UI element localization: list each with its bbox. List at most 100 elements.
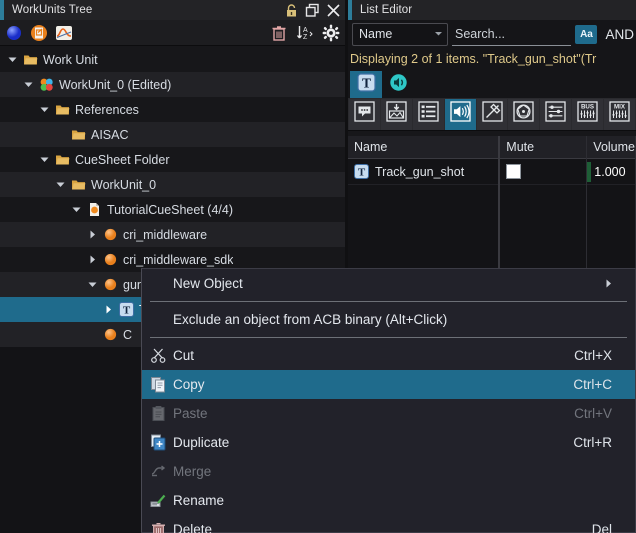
track-icon: T: [119, 302, 134, 317]
chevron-down-icon[interactable]: [6, 53, 19, 66]
tree-item-workunit-0[interactable]: WorkUnit_0: [0, 172, 345, 197]
chevron-right-icon[interactable]: [86, 253, 99, 266]
import-button[interactable]: [380, 98, 412, 130]
tree-toolbar-left: [5, 24, 73, 42]
tree-item-label: WorkUnit_0: [91, 177, 157, 192]
table-row[interactable]: T Track_gun_shot: [348, 159, 499, 185]
tree-item-cri-middleware[interactable]: cri_middleware: [0, 222, 345, 247]
list-button[interactable]: [412, 98, 444, 130]
curve-icon[interactable]: [55, 24, 73, 42]
menu-item-duplicate[interactable]: Duplicate Ctrl+R: [142, 428, 635, 457]
tree-item-tutorialcuesheet-4-4[interactable]: TutorialCueSheet (4/4): [0, 197, 345, 222]
list-editor-title-bar: List Editor: [348, 0, 636, 20]
gear-icon[interactable]: [322, 24, 340, 42]
tree-item-references[interactable]: References: [0, 97, 345, 122]
lock-icon[interactable]: [284, 3, 299, 18]
new-workunit-icon[interactable]: [30, 24, 48, 42]
workunit-icon: [39, 77, 54, 92]
menu-item-label: Rename: [173, 493, 225, 508]
search-logic-select[interactable]: AND: [601, 27, 636, 42]
workunits-tree-title-bar: WorkUnits Tree: [0, 0, 345, 20]
pen-icon: [481, 100, 504, 128]
menu-item-label: Exclude an object from ACB binary (Alt+C…: [173, 312, 448, 327]
svg-text:MIX: MIX: [614, 104, 626, 111]
search-input[interactable]: Search...: [452, 22, 572, 46]
chevron-down-icon[interactable]: [54, 178, 67, 191]
chevron-down-icon[interactable]: [70, 203, 83, 216]
column-header-name[interactable]: Name: [348, 136, 499, 159]
chevron-down-icon[interactable]: [86, 278, 99, 291]
chevron-down-icon[interactable]: [22, 78, 35, 91]
chevron-down-icon[interactable]: [38, 153, 51, 166]
menu-item-cut[interactable]: Cut Ctrl+X: [142, 341, 635, 370]
menu-item-new[interactable]: New Object: [142, 269, 635, 298]
svg-text:T: T: [123, 305, 131, 317]
sliders-button[interactable]: [540, 98, 572, 130]
column-header-mute[interactable]: Mute: [500, 136, 587, 159]
sphere-icon[interactable]: [5, 24, 23, 42]
menu-item-shortcut: Del: [591, 522, 612, 533]
menu-separator: [150, 301, 627, 302]
pan-button[interactable]: [508, 98, 540, 130]
track-T-icon: T: [356, 72, 376, 97]
track-T-icon: T: [354, 164, 369, 179]
bus-button[interactable]: BUS: [572, 98, 604, 130]
mix-button[interactable]: MIX: [604, 98, 636, 130]
waveform-icon: [389, 73, 408, 97]
sort-az-icon[interactable]: A Z: [296, 24, 314, 42]
title-bar-buttons: [284, 0, 341, 20]
close-icon[interactable]: [326, 3, 341, 18]
tree-item-workunit-0-edited[interactable]: WorkUnit_0 (Edited): [0, 72, 345, 97]
mute-checkbox[interactable]: [506, 164, 522, 179]
volume-button[interactable]: [444, 98, 476, 130]
panel-title: WorkUnits Tree: [12, 4, 93, 16]
menu-item-label: New Object: [173, 276, 243, 291]
comment-button[interactable]: [349, 98, 380, 130]
menu-item-rename[interactable]: Rename: [142, 486, 635, 515]
sliders-icon: [544, 100, 567, 128]
tree-item-label: C: [123, 327, 133, 342]
menu-item-copy[interactable]: Copy Ctrl+C: [142, 370, 635, 399]
cue-icon: [103, 252, 118, 267]
menu-separator: [150, 337, 627, 338]
menu-item-exclude[interactable]: Exclude an object from ACB binary (Alt+C…: [142, 305, 635, 334]
trash-icon[interactable]: [270, 24, 288, 42]
filter-field-select[interactable]: Name: [352, 22, 448, 46]
menu-item-shortcut: Ctrl+C: [573, 377, 612, 392]
chevron-right-icon[interactable]: [86, 228, 99, 241]
restore-window-icon[interactable]: [305, 3, 320, 18]
tab-track[interactable]: T: [350, 71, 382, 98]
paste-icon: [150, 405, 167, 422]
volume-value: 1.000: [594, 164, 626, 179]
column-header-volume[interactable]: Volume: [587, 136, 635, 159]
list-editor-search-row: Name Search... Aa AND: [348, 20, 636, 48]
folder-icon: [55, 152, 70, 167]
chevron-down-icon[interactable]: [38, 103, 51, 116]
app-window: WorkUnits Tree A Z Work Unit WorkUnit_0 …: [0, 0, 636, 533]
tree-twisty-none: [86, 328, 99, 341]
menu-item-shortcut: Ctrl+R: [573, 435, 612, 450]
pen-button[interactable]: [476, 98, 508, 130]
list-editor-tabs: T: [348, 70, 636, 98]
cuesheet-icon: [87, 202, 102, 217]
tree-item-cuesheet-folder[interactable]: CueSheet Folder: [0, 147, 345, 172]
volume-cell[interactable]: 1.000: [587, 159, 635, 185]
tree-item-label: cri_middleware: [123, 227, 208, 242]
svg-text:T: T: [361, 75, 370, 90]
tab-waveform[interactable]: [382, 71, 414, 98]
tree-item-work-unit[interactable]: Work Unit: [0, 47, 345, 72]
import-icon: [385, 100, 408, 128]
mute-cell[interactable]: [500, 159, 587, 185]
context-menu[interactable]: New Object Exclude an object from ACB bin…: [141, 268, 636, 533]
match-case-button[interactable]: Aa: [575, 24, 598, 44]
cue-icon: [103, 277, 118, 292]
cue-icon: [103, 327, 118, 342]
menu-item-shortcut: Ctrl+V: [574, 406, 612, 421]
bus-icon: BUS: [576, 100, 599, 128]
tree-twisty-none: [54, 128, 67, 141]
svg-text:Z: Z: [303, 34, 308, 41]
menu-item-delete[interactable]: Delete Del: [142, 515, 635, 533]
chevron-right-icon[interactable]: [102, 303, 115, 316]
chevron-down-icon: [434, 27, 443, 41]
tree-item-aisac[interactable]: AISAC: [0, 122, 345, 147]
